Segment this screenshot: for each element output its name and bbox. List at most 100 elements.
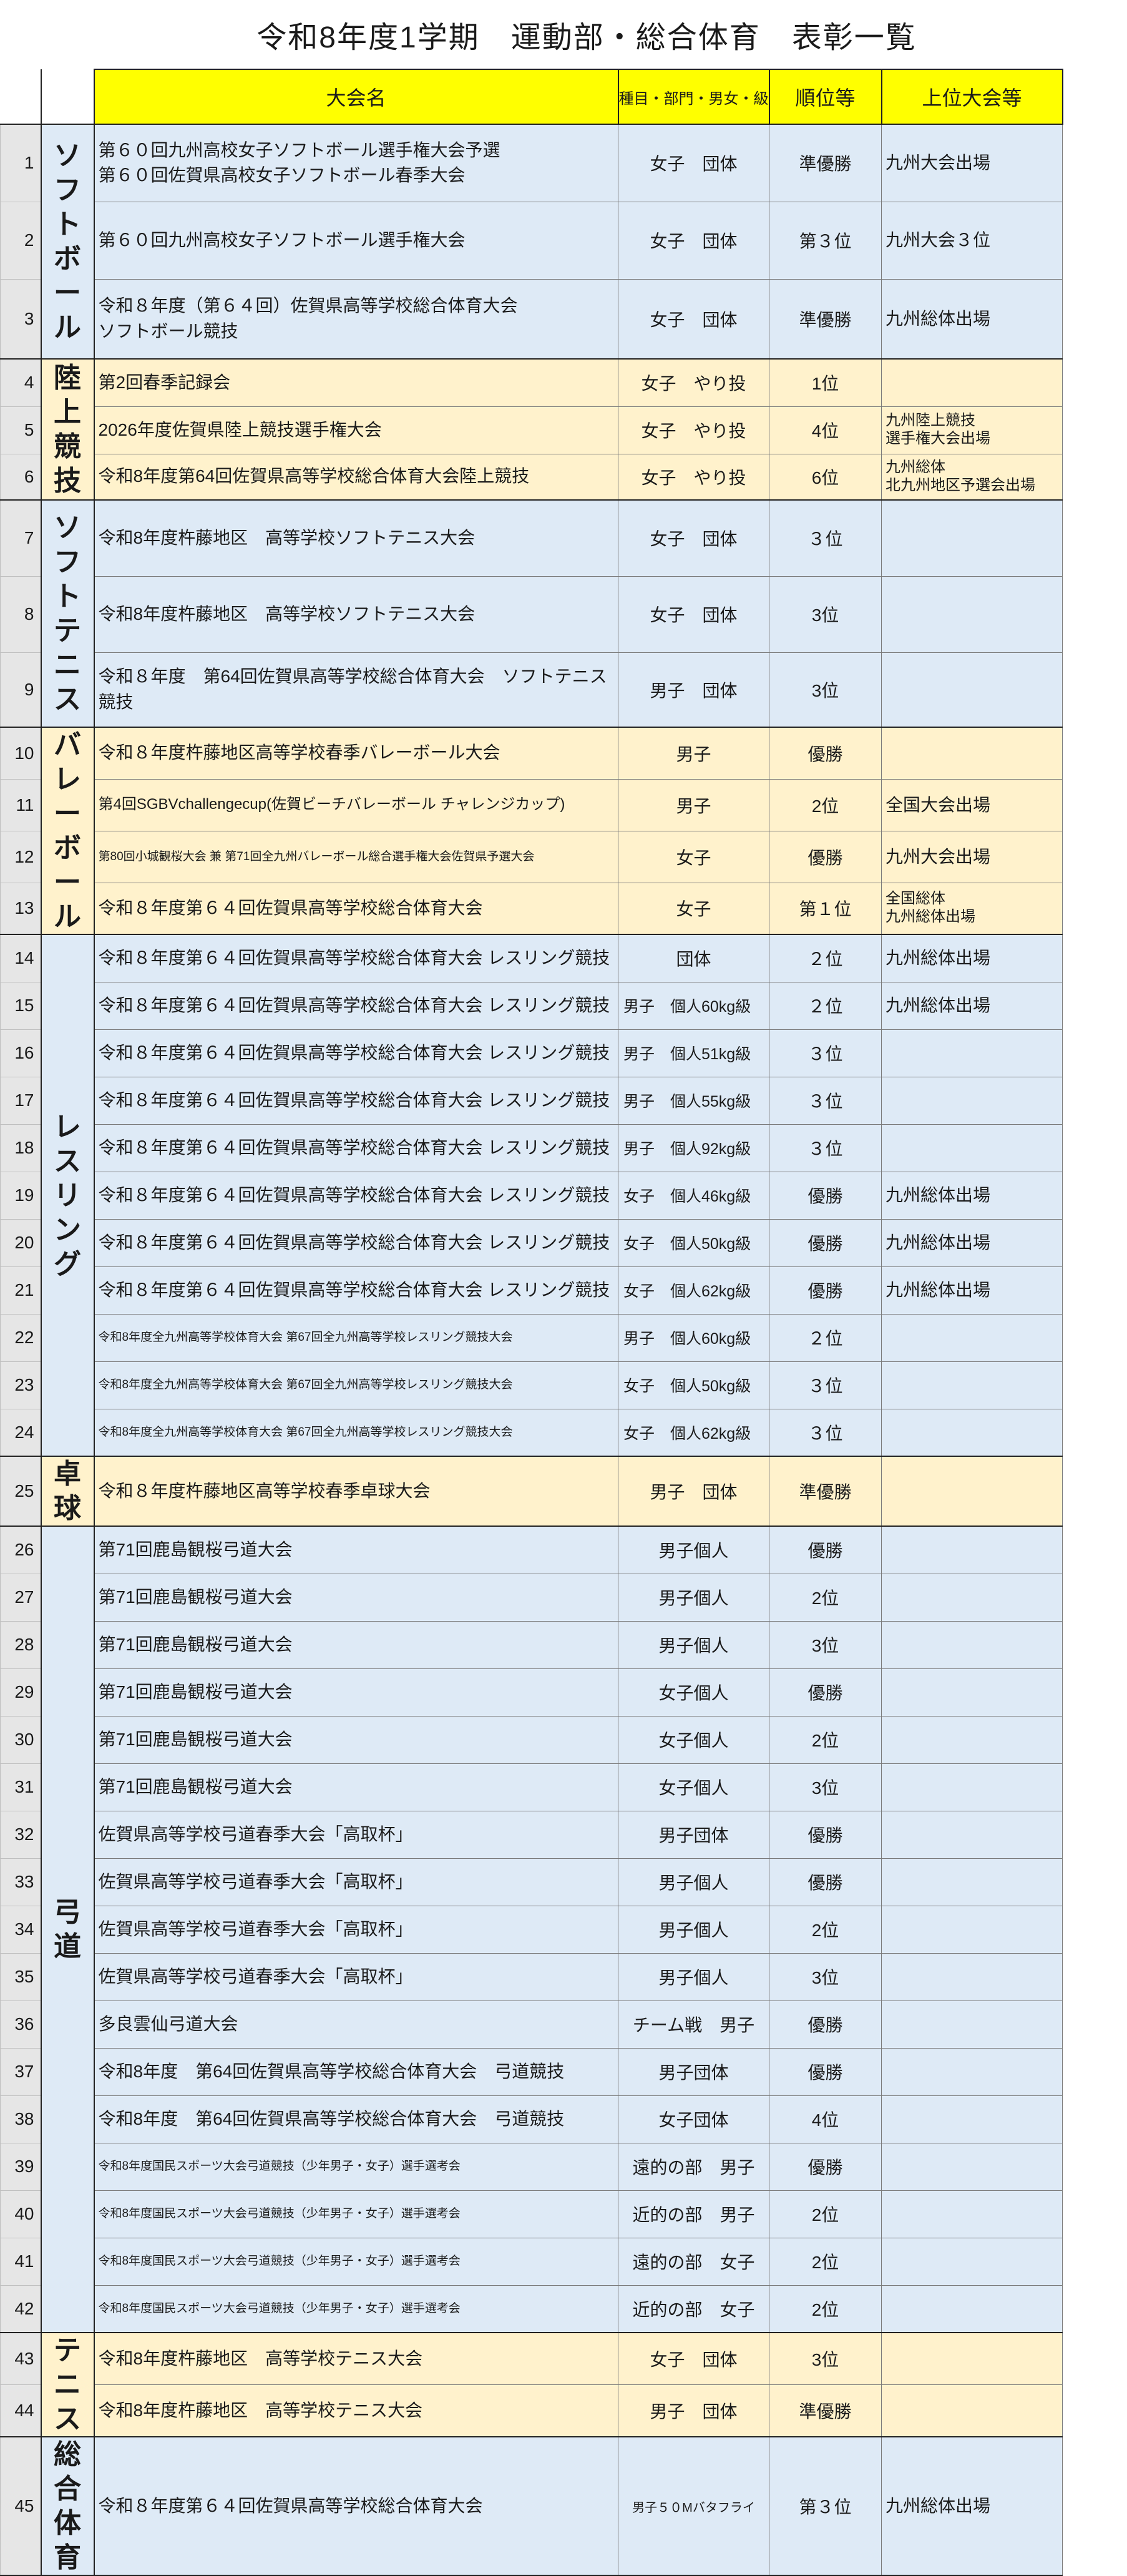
- competition-name: 令和8年度 第64回佐賀県高等学校総合体育大会 弓道競技: [94, 2095, 618, 2143]
- table-row: 20 令和８年度第６４回佐賀県高等学校総合体育大会 レスリング競技 女子 個人50k…: [0, 1218, 1063, 1267]
- table-row: 5 2026年度佐賀県陸上競技選手権大会 女子 やり投 4位 九州陸上競技 選手権大会出場: [0, 406, 1063, 454]
- upper-competition: 九州総体出場: [881, 981, 1063, 1030]
- competition-line: 令和8年度全九州高等学校体育大会 第67回全九州高等学校レスリング競技大会: [98, 1331, 513, 1344]
- table-row: 10 バレーボール令和８年度杵藤地区高等学校春季バレーボール大会 男子 優勝: [0, 727, 1063, 934]
- row-number: 35: [0, 1952, 41, 2001]
- category: 女子個人: [618, 1668, 769, 1717]
- competition-name: 第６０回九州高校女子ソフトボール選手権大会予選 第６０回佐賀県高校女子ソフトボール…: [94, 124, 618, 202]
- competition-line: 令和8年度第64回佐賀県高等学校総合体育大会陸上競技: [98, 466, 530, 486]
- rank: 優勝: [769, 2000, 882, 2049]
- competition-name: 令和8年度国民スポーツ大会弓道競技（少年男子・女子）選手選考会: [94, 2237, 618, 2286]
- table-row: 4 陸上競技第2回春季記録会 女子 やり投 1位: [0, 358, 1063, 500]
- row-number: 27: [0, 1573, 41, 1622]
- page-title: 令和8年度1学期 運動部・総合体育 表彰一覧: [256, 21, 917, 54]
- rank: ３位: [769, 1361, 882, 1409]
- competition-line: 令和8年度 第64回佐賀県高等学校総合体育大会 弓道競技: [98, 2108, 565, 2128]
- competition-name: 令和８年度（第６４回）佐賀県高等学校総合体育大会 ソフトボール競技: [94, 278, 618, 360]
- header-blank: [41, 69, 95, 124]
- competition-name: 令和８年度第６４回佐賀県高等学校総合体育大会: [94, 2436, 618, 2576]
- category: 女子 団体: [618, 575, 769, 653]
- competition-name: 第71回鹿島観桜弓道大会: [94, 1526, 618, 1574]
- upper-line: 九州大会出場: [886, 846, 991, 866]
- competition-name: 第６０回九州高校女子ソフトボール選手権大会: [94, 201, 618, 280]
- sport-name: テニス: [40, 2332, 95, 2437]
- rank: 第３位: [769, 2436, 882, 2576]
- upper-line: 九州大会出場: [886, 153, 991, 173]
- category: 女子 団体: [618, 2332, 769, 2385]
- upper-competition: [881, 2142, 1063, 2191]
- row-number: 10: [0, 727, 41, 780]
- row-number: 2: [0, 201, 41, 280]
- row-number: 19: [0, 1171, 41, 1220]
- row-number: 38: [0, 2095, 41, 2143]
- rank: 2位: [769, 1905, 882, 1954]
- competition-line: 令和８年度杵藤地区高等学校春季バレーボール大会: [98, 743, 500, 763]
- rank: ３位: [769, 1124, 882, 1172]
- category: 女子 個人62kg級: [618, 1408, 769, 1457]
- competition-name: 令和8年度全九州高等学校体育大会 第67回全九州高等学校レスリング競技大会: [94, 1361, 618, 1409]
- category: 男子 個人92kg級: [618, 1124, 769, 1172]
- category: 女子 団体: [618, 278, 769, 360]
- upper-competition: [881, 1952, 1063, 2001]
- upper-competition: [881, 2285, 1063, 2333]
- row-number: 42: [0, 2285, 41, 2333]
- category: 男子: [618, 778, 769, 831]
- competition-line: 第71回鹿島観桜弓道大会: [98, 1539, 293, 1559]
- competition-line: 令和８年度（第６４回）佐賀県高等学校総合体育大会: [98, 296, 518, 316]
- table-row: 18 令和８年度第６４回佐賀県高等学校総合体育大会 レスリング競技 男子 個人92k…: [0, 1124, 1063, 1172]
- table-row: 37 令和8年度 第64回佐賀県高等学校総合体育大会 弓道競技 男子団体 優勝: [0, 2047, 1063, 2096]
- row-number: 3: [0, 278, 41, 360]
- competition-line: 令和８年度第６４回佐賀県高等学校総合体育大会 レスリング競技: [98, 1090, 610, 1110]
- upper-line: 九州総体出場: [886, 308, 991, 328]
- row-number: 4: [0, 358, 41, 407]
- competition-line: ソフトボール競技: [98, 321, 238, 341]
- competition-line: 第4回SGBVchallengecup(佐賀ビーチバレーボール チャレンジカップ…: [98, 796, 565, 813]
- competition-line: 令和8年度 第64回佐賀県高等学校総合体育大会 弓道競技: [98, 2061, 565, 2081]
- table-row: 41 令和8年度国民スポーツ大会弓道競技（少年男子・女子）選手選考会 遠的の部 女子…: [0, 2237, 1063, 2286]
- rank: 優勝: [769, 830, 882, 883]
- rank: 4位: [769, 2095, 882, 2143]
- competition-name: 第71回鹿島観桜弓道大会: [94, 1763, 618, 1811]
- upper-line: 九州陸上競技: [886, 412, 975, 429]
- category: 男子 個人55kg級: [618, 1076, 769, 1125]
- competition-line: 佐賀県高等学校弓道春季大会「高取杯」: [98, 1966, 413, 1986]
- competition-name: 令和８年度第６４回佐賀県高等学校総合体育大会 レスリング競技: [94, 1124, 618, 1172]
- upper-competition: 九州総体 北九州地区予選会出場: [881, 453, 1063, 501]
- sport-name: 卓球: [40, 1456, 95, 1526]
- row-number: 25: [0, 1456, 41, 1527]
- competition-name: 第71回鹿島観桜弓道大会: [94, 1715, 618, 1764]
- upper-competition: [881, 1361, 1063, 1409]
- rank: ３位: [769, 1029, 882, 1077]
- competition-name: 令和8年度全九州高等学校体育大会 第67回全九州高等学校レスリング競技大会: [94, 1408, 618, 1457]
- category: チーム戦 男子: [618, 2000, 769, 2049]
- upper-competition: [881, 1076, 1063, 1125]
- category: 男子団体: [618, 2047, 769, 2096]
- row-number: 16: [0, 1029, 41, 1077]
- upper-competition: [881, 1810, 1063, 1859]
- upper-line: 九州総体出場: [886, 2496, 991, 2516]
- upper-competition: [881, 2190, 1063, 2238]
- table-row: 31 第71回鹿島観桜弓道大会 女子個人 3位: [0, 1763, 1063, 1811]
- row-number: 13: [0, 882, 41, 935]
- competition-line: 多良雲仙弓道大会: [98, 2014, 238, 2034]
- upper-competition: 九州陸上競技 選手権大会出場: [881, 406, 1063, 454]
- rank: 3位: [769, 1952, 882, 2001]
- header-category: 種目・部門・男女・級: [617, 69, 770, 125]
- upper-line: 九州総体: [886, 458, 945, 476]
- category: 女子 団体: [618, 499, 769, 577]
- competition-line: 令和8年度杵藤地区 高等学校テニス大会: [98, 2400, 423, 2420]
- competition-name: 佐賀県高等学校弓道春季大会「高取杯」: [94, 1810, 618, 1859]
- competition-line: 令和8年度国民スポーツ大会弓道競技（少年男子・女子）選手選考会: [98, 2207, 461, 2221]
- competition-name: 令和8年度国民スポーツ大会弓道競技（少年男子・女子）選手選考会: [94, 2142, 618, 2191]
- competition-name: 第71回鹿島観桜弓道大会: [94, 1668, 618, 1717]
- table-row: 28 第71回鹿島観桜弓道大会 男子個人 3位: [0, 1620, 1063, 1669]
- competition-line: 令和8年度杵藤地区 高等学校テニス大会: [98, 2348, 423, 2368]
- competition-name: 令和８年度第６４回佐賀県高等学校総合体育大会 レスリング競技: [94, 1171, 618, 1220]
- row-number: 34: [0, 1905, 41, 1954]
- competition-line: 令和8年度杵藤地区 高等学校ソフトテニス大会: [98, 604, 476, 624]
- row-number: 15: [0, 981, 41, 1030]
- row-number: 21: [0, 1266, 41, 1315]
- rank: 2位: [769, 1715, 882, 1764]
- row-number: 28: [0, 1620, 41, 1669]
- competition-name: 令和8年度杵藤地区 高等学校ソフトテニス大会: [94, 499, 618, 577]
